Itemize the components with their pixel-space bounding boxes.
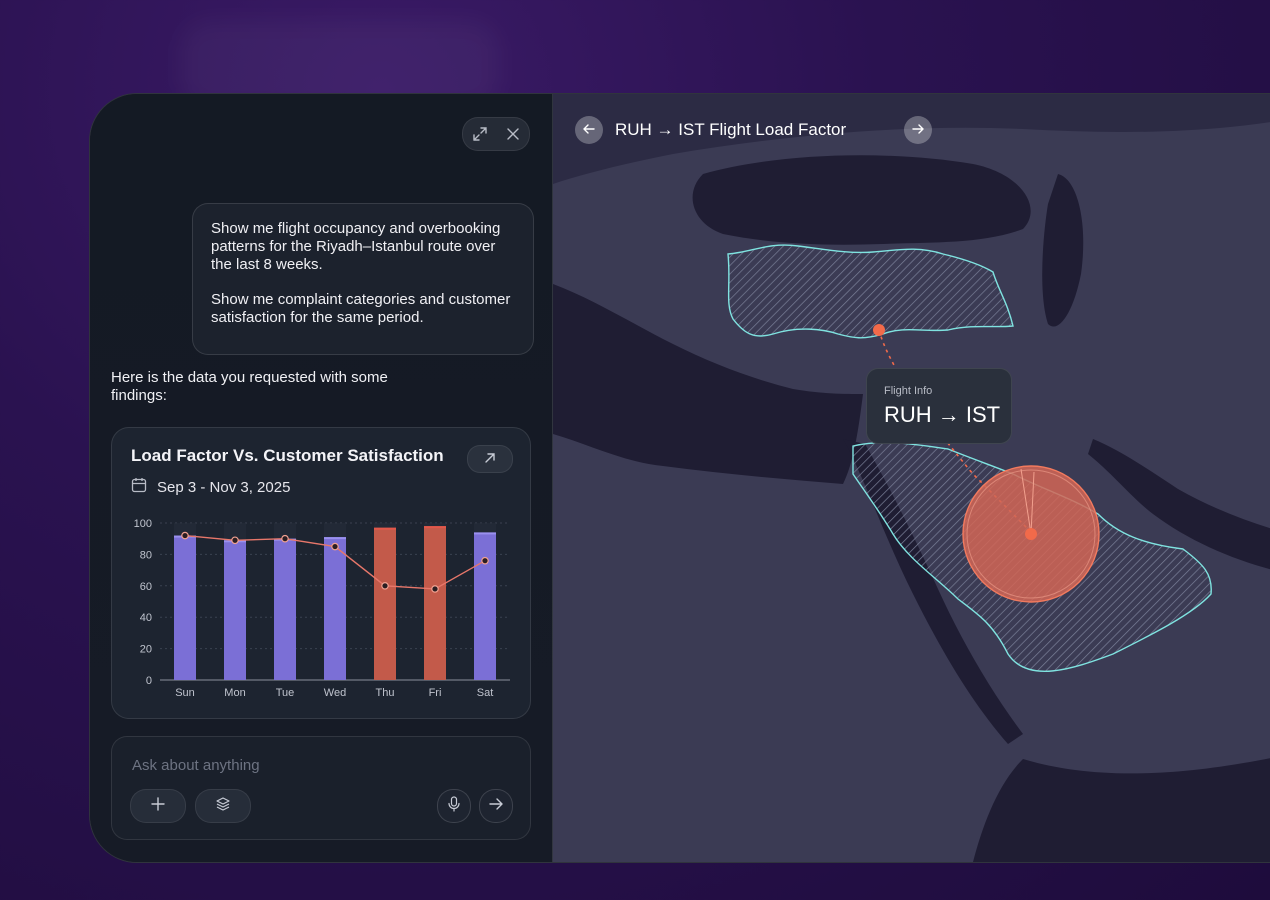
x-tick-label: Fri [429, 687, 442, 699]
arrow-up-right-icon [483, 450, 497, 469]
bar [324, 537, 346, 680]
origin-marker[interactable] [873, 324, 885, 336]
map-title: RUH → IST Flight Load Factor [615, 120, 847, 139]
layers-icon [215, 796, 231, 816]
flight-info-label: Flight Info [884, 385, 933, 397]
bar-cap [324, 537, 346, 540]
flight-info-value: RUH → IST [884, 402, 1001, 427]
send-arrow-icon [488, 796, 504, 816]
load-factor-chart: 0 20 40 60 80 100 Sun Mon Tue Wed Thu Fri Sat [134, 518, 510, 699]
y-tick-label: 20 [140, 644, 152, 656]
bar [374, 527, 396, 680]
satisfaction-point [331, 542, 339, 551]
layers-button[interactable] [195, 789, 251, 823]
send-button[interactable] [479, 789, 513, 823]
map-panel[interactable]: RUH → IST Flight Load Factor Flight Info… [553, 94, 1270, 862]
app-window: Show me flight occupancy and overbooking… [89, 93, 1270, 863]
x-tick-label: Wed [324, 687, 346, 699]
bar-cap [424, 526, 446, 529]
bar-cap [374, 527, 396, 530]
satisfaction-point [181, 531, 189, 540]
x-tick-label: Sat [477, 687, 494, 699]
bar-cap [474, 532, 496, 535]
x-tick-label: Sun [175, 687, 195, 699]
y-tick-label: 40 [140, 612, 152, 624]
flight-info-card: Flight Info RUH → IST [866, 368, 1012, 444]
user-message-line: Show me flight occupancy and overbooking… [211, 220, 501, 273]
calendar-icon [131, 477, 147, 497]
chart-card: Load Factor Vs. Customer Satisfaction Se… [111, 427, 531, 719]
chart-card-title: Load Factor Vs. Customer Satisfaction [131, 446, 444, 465]
y-tick-label: 0 [146, 675, 152, 687]
bar [274, 538, 296, 680]
previous-button[interactable] [575, 116, 603, 144]
x-tick-label: Tue [276, 687, 295, 699]
bar [474, 532, 496, 680]
y-tick-label: 60 [140, 581, 152, 593]
next-button[interactable] [904, 116, 933, 144]
bar [424, 526, 446, 680]
expand-icon[interactable] [472, 126, 488, 142]
user-message-line: Show me complaint categories and custome… [211, 291, 511, 326]
date-range-text: Sep 3 - Nov 3, 2025 [157, 478, 291, 496]
microphone-button[interactable] [437, 789, 471, 823]
arrow-right-icon [911, 121, 925, 140]
satisfaction-point [381, 582, 389, 590]
x-tick-label: Thu [376, 687, 395, 699]
black-sea [692, 155, 1031, 245]
region-map [553, 94, 1270, 862]
open-chart-button[interactable] [467, 445, 513, 473]
microphone-icon [447, 796, 461, 816]
arrow-left-icon [582, 121, 596, 140]
chat-input[interactable] [130, 753, 514, 777]
satisfaction-point [231, 536, 239, 545]
chat-input-box [111, 736, 531, 840]
user-message-bubble: Show me flight occupancy and overbooking… [192, 203, 534, 355]
destination-marker[interactable] [1025, 528, 1037, 540]
satisfaction-point [281, 534, 289, 543]
x-tick-label: Mon [224, 687, 245, 699]
y-tick-label: 100 [134, 518, 152, 530]
date-range: Sep 3 - Nov 3, 2025 [131, 477, 290, 497]
window-controls [462, 117, 530, 151]
satisfaction-point [481, 556, 489, 565]
map-header: RUH → IST Flight Load Factor [575, 116, 933, 144]
y-tick-label: 80 [140, 549, 152, 561]
plus-icon [150, 796, 166, 816]
satisfaction-point [431, 585, 439, 593]
bar [224, 540, 246, 680]
bar [174, 535, 196, 680]
assistant-reply: Here is the data you requested with some… [111, 369, 388, 404]
add-button[interactable] [130, 789, 186, 823]
close-icon[interactable] [505, 126, 521, 142]
chat-panel: Show me flight occupancy and overbooking… [90, 94, 553, 862]
